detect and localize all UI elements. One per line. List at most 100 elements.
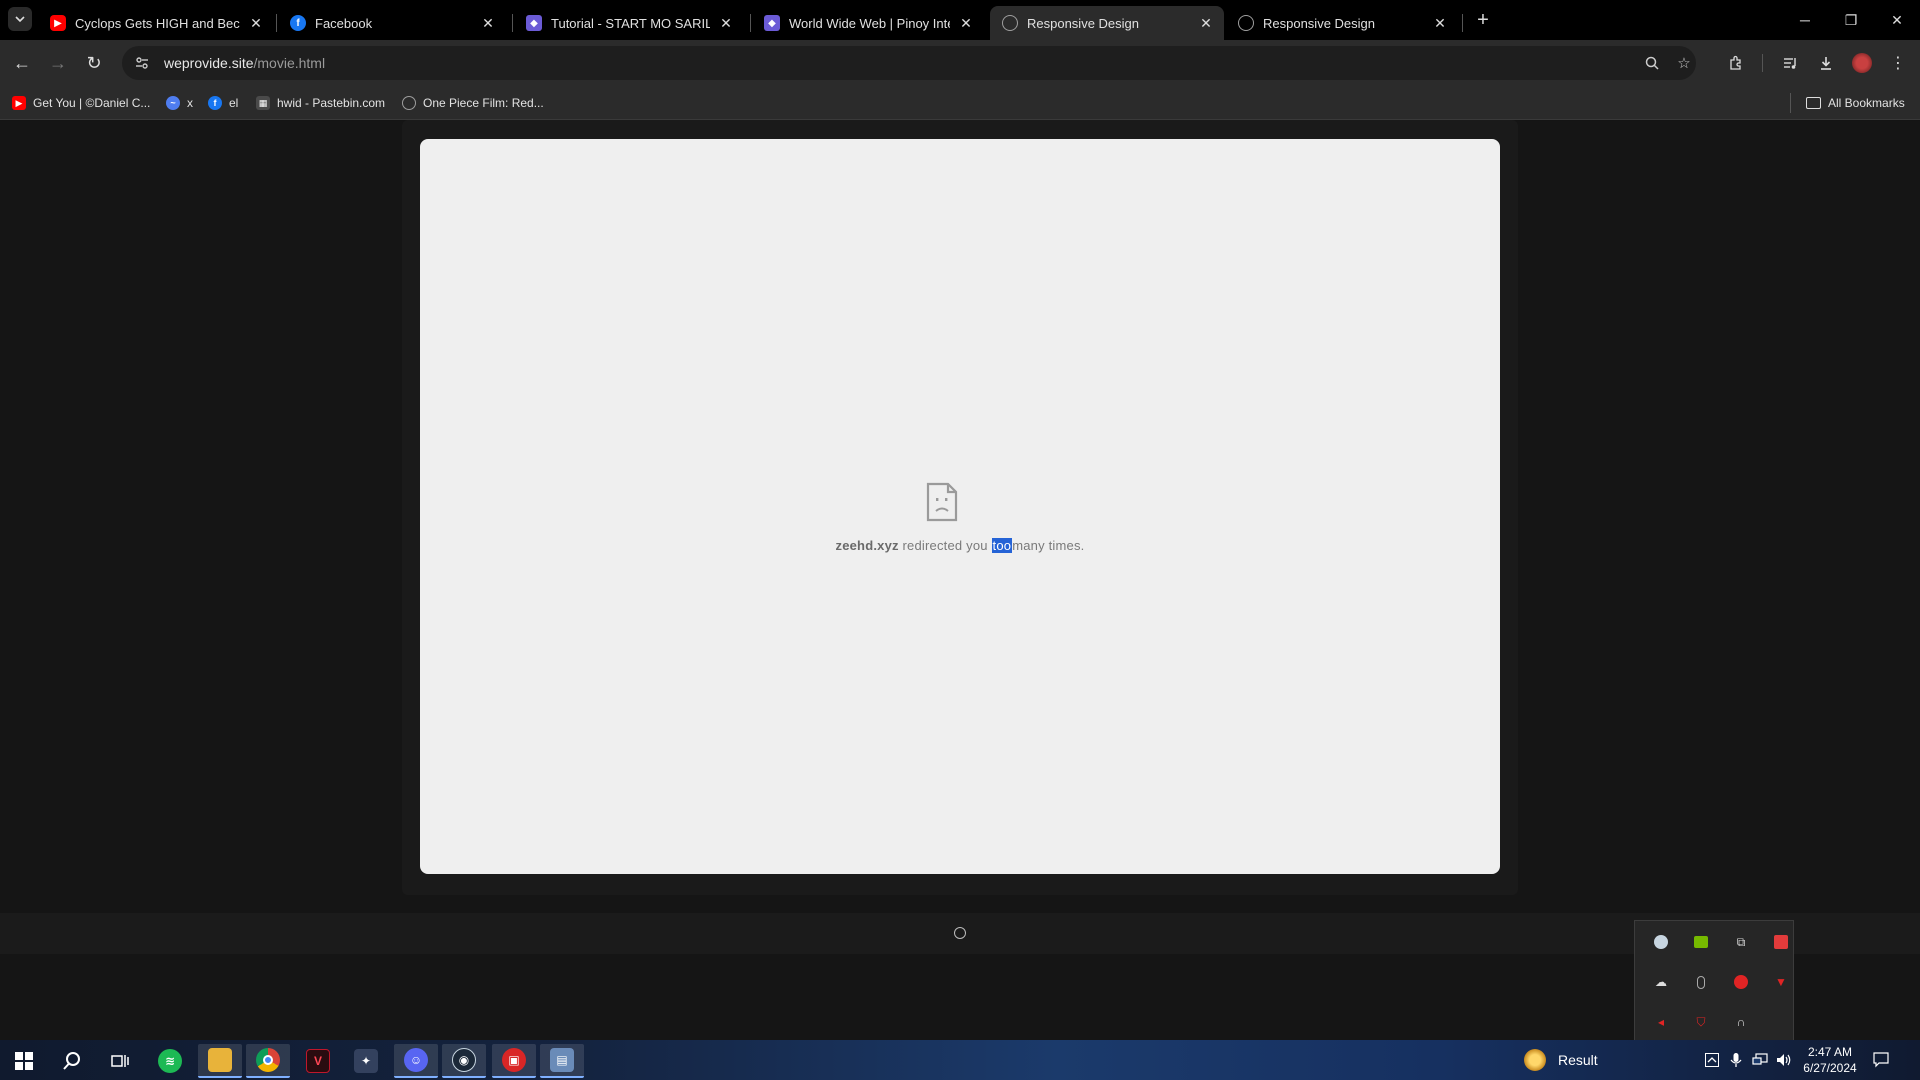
facebook-icon: f [208, 96, 222, 110]
bookmark-label: x [187, 96, 193, 110]
clock-date: 6/27/2024 [1803, 1061, 1857, 1075]
taskbar-app-discord[interactable]: ☺ [394, 1044, 438, 1078]
tab-4-active[interactable]: Responsive Design ✕ [990, 6, 1224, 40]
url-host: weprovide.site [164, 55, 254, 71]
steam-tray-icon[interactable] [1651, 932, 1671, 952]
error-text-tail: many times. [1012, 538, 1085, 553]
headset-tray-icon[interactable]: ∩ [1731, 1012, 1751, 1032]
windows-logo-icon [15, 1052, 33, 1070]
minimize-button[interactable]: ─ [1782, 6, 1828, 34]
zoom-icon[interactable] [1640, 51, 1664, 75]
onedrive-tray-icon[interactable]: ☁ [1651, 972, 1671, 992]
taskbar-app-chrome[interactable] [246, 1044, 290, 1078]
tab-0[interactable]: ▶ Cyclops Gets HIGH and Becom ✕ [38, 6, 274, 40]
tab-divider [750, 14, 751, 32]
taskbar-clock[interactable]: 2:47 AM 6/27/2024 [1796, 1044, 1864, 1076]
task-view-button[interactable] [98, 1044, 142, 1078]
messenger-icon: ~ [166, 96, 180, 110]
taskbar-app-spotify[interactable]: ≋ [148, 1044, 192, 1078]
capture-tray-icon[interactable]: ⧉ [1731, 932, 1751, 952]
tab-divider [276, 14, 277, 32]
tab-5[interactable]: Responsive Design ✕ [1226, 6, 1458, 40]
bookmark-2[interactable]: f el [208, 93, 238, 113]
bookmark-4[interactable]: One Piece Film: Red... [402, 93, 544, 113]
task-view-icon [111, 1055, 129, 1067]
notification-center-icon[interactable] [1870, 1050, 1892, 1070]
tab-title: Facebook [315, 15, 373, 31]
red-app-icon: ▣ [502, 1048, 526, 1072]
folder-icon [208, 1048, 232, 1072]
profile-avatar[interactable] [1848, 49, 1876, 77]
site-info-icon[interactable] [130, 51, 154, 75]
tab-search-button[interactable] [8, 7, 32, 31]
bookmark-label: One Piece Film: Red... [423, 96, 544, 110]
taskbar-app-red[interactable]: ▣ [492, 1044, 536, 1078]
bookmark-1[interactable]: ~ x [166, 93, 193, 113]
network-icon[interactable] [1750, 1050, 1770, 1070]
media-control-icon[interactable] [1776, 49, 1804, 77]
bookmark-star-icon[interactable]: ☆ [1672, 51, 1696, 75]
close-icon[interactable]: ✕ [248, 15, 264, 31]
bookmark-3[interactable]: ▦ hwid - Pastebin.com [256, 93, 385, 113]
shield-tray-icon[interactable]: ⛉ [1691, 1012, 1711, 1032]
search-button[interactable] [50, 1044, 94, 1078]
close-icon[interactable]: ✕ [480, 15, 496, 31]
tab-title: Responsive Design [1263, 15, 1376, 31]
tray-overflow-popup: ⧉ ☁ ▼ ◂ ⛉ ∩ [1634, 920, 1794, 1042]
all-bookmarks-label: All Bookmarks [1828, 96, 1905, 110]
nvidia-tray-icon[interactable] [1691, 932, 1711, 952]
circle-icon[interactable] [954, 927, 966, 939]
clock-time: 2:47 AM [1807, 1045, 1853, 1059]
taskbar-app-valorant[interactable]: V [296, 1044, 340, 1078]
show-hidden-icons-icon[interactable] [1702, 1050, 1722, 1070]
bookmark-0[interactable]: ▶ Get You | ©Daniel C... [12, 93, 150, 113]
taskbar-app-steam[interactable]: ◉ [442, 1044, 486, 1078]
selected-text[interactable]: too [991, 538, 1013, 553]
error-message: zeehd.xyz redirected you toomany times. [780, 538, 1140, 553]
globe-icon [1002, 15, 1018, 31]
start-button[interactable] [2, 1044, 46, 1078]
shield-icon: ◆ [526, 15, 542, 31]
chevron-down-icon [15, 16, 25, 23]
error-text-mid: redirected you [898, 538, 992, 553]
tab-title: Cyclops Gets HIGH and Becom [75, 15, 240, 31]
chrome-icon [256, 1048, 280, 1072]
taskbar-app-file-explorer[interactable] [198, 1044, 242, 1078]
volume-icon[interactable] [1774, 1050, 1794, 1070]
arrow-tray-icon[interactable]: ◂ [1651, 1012, 1671, 1032]
close-icon[interactable]: ✕ [1432, 15, 1448, 31]
taskbar-app-control-panel[interactable]: ▤ [540, 1044, 584, 1078]
close-window-button[interactable]: ✕ [1874, 6, 1920, 34]
tab-title: World Wide Web | Pinoy Interne [789, 15, 950, 31]
back-button[interactable]: ← [8, 49, 36, 77]
weather-widget[interactable]: Result [1524, 1048, 1598, 1072]
tab-1[interactable]: f Facebook ✕ [278, 6, 506, 40]
record-tray-icon[interactable] [1731, 972, 1751, 992]
close-icon[interactable]: ✕ [718, 15, 734, 31]
reload-button[interactable]: ↻ [80, 49, 108, 77]
all-bookmarks-folder[interactable]: All Bookmarks [1806, 93, 1905, 113]
youtube-icon: ▶ [50, 15, 66, 31]
tab-strip: ▶ Cyclops Gets HIGH and Becom ✕ f Facebo… [0, 0, 1920, 40]
close-icon[interactable]: ✕ [1198, 15, 1214, 31]
app-red-tray-icon[interactable] [1771, 932, 1791, 952]
close-icon[interactable]: ✕ [958, 15, 974, 31]
error-host: zeehd.xyz [835, 538, 899, 553]
download-icon[interactable] [1812, 49, 1840, 77]
sad-document-icon [926, 482, 958, 522]
tab-3[interactable]: ◆ World Wide Web | Pinoy Interne ✕ [752, 6, 984, 40]
address-bar[interactable]: weprovide.site/movie.html ☆ [122, 46, 1696, 80]
restore-button[interactable]: ❐ [1828, 6, 1874, 34]
discord-icon: ☺ [404, 1048, 428, 1072]
globe-icon [1238, 15, 1254, 31]
antivirus-tray-icon[interactable]: ▼ [1771, 972, 1791, 992]
menu-kebab-icon[interactable]: ⋮ [1884, 49, 1912, 77]
new-tab-button[interactable]: + [1472, 10, 1494, 32]
extensions-icon[interactable] [1722, 49, 1750, 77]
control-panel-icon: ▤ [550, 1048, 574, 1072]
mouse-tray-icon[interactable] [1691, 972, 1711, 992]
microphone-icon[interactable] [1726, 1050, 1746, 1070]
forward-button[interactable]: → [44, 49, 72, 77]
tab-2[interactable]: ◆ Tutorial - START MO SARILI MO ✕ [514, 6, 744, 40]
taskbar-app-game-launcher[interactable]: ✦ [344, 1044, 388, 1078]
